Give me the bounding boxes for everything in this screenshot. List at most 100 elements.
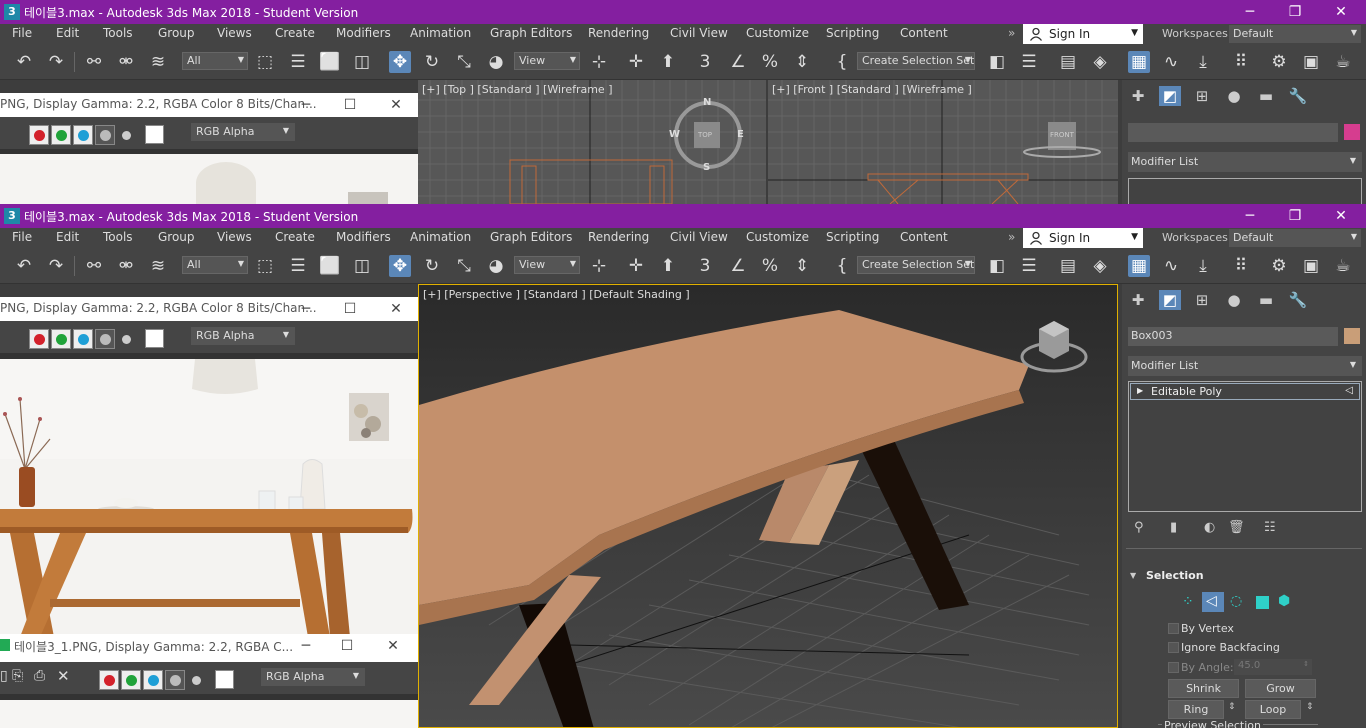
bind-space-warp-icon[interactable]: ≋ [147,51,169,73]
menu-civil-view[interactable]: Civil View [670,26,728,40]
spinner-snap-icon[interactable]: ⇕ [791,51,813,73]
minimize-button[interactable]: ─ [1230,205,1270,227]
blue-channel-toggle[interactable] [143,670,163,690]
green-channel-toggle[interactable] [121,670,141,690]
toggle-ribbon-icon[interactable]: ▦ [1128,51,1150,73]
undo-icon[interactable]: ↶ [13,51,35,73]
menu-content[interactable]: Content [900,26,948,40]
menu-file[interactable]: File [12,26,32,40]
menu-group[interactable]: Group [158,230,195,244]
rendered-frame-window-icon[interactable]: ▣ [1300,51,1322,73]
create-tab-icon[interactable]: ✚ [1127,290,1149,310]
blue-channel-toggle[interactable] [73,125,93,145]
green-channel-toggle[interactable] [51,125,71,145]
select-manipulate-icon[interactable]: ✛ [625,51,647,73]
pin-stack-icon[interactable]: ⚲ [1134,520,1144,535]
alpha-channel-toggle[interactable] [95,329,115,349]
green-channel-toggle[interactable] [51,329,71,349]
layer-explorer-icon[interactable]: ◈ [1089,255,1111,277]
hierarchy-tab-icon[interactable]: ⊞ [1191,290,1213,310]
menu-overflow[interactable]: » [1008,230,1015,244]
print-image-icon[interactable]: ⎙ [34,668,45,684]
by-angle-spinner[interactable]: 45.0 ⇕ [1234,659,1312,675]
keyboard-shortcut-icon[interactable]: ⬆ [657,51,679,73]
loop-button[interactable]: Loop [1245,700,1301,719]
rollout-collapse-icon[interactable]: ▼ [1130,571,1136,580]
utilities-tab-icon[interactable]: 🔧 [1287,290,1309,310]
menu-content[interactable]: Content [900,230,948,244]
by-vertex-checkbox[interactable] [1168,623,1179,634]
menu-views[interactable]: Views [217,26,252,40]
perspective-viewport[interactable]: [+] [Perspective ] [Standard ] [Default … [418,284,1118,728]
swatch[interactable] [215,670,234,689]
object-color-swatch[interactable] [1344,328,1360,344]
mirror-icon[interactable]: ◧ [986,51,1008,73]
red-channel-toggle[interactable] [29,125,49,145]
ignore-backfacing-checkbox[interactable] [1168,642,1179,653]
render-setup-icon[interactable]: ⚙ [1268,255,1290,277]
by-angle-checkbox[interactable] [1168,662,1179,673]
top-viewport-label[interactable]: [+] [Top ] [Standard ] [Wireframe ] [422,83,613,96]
select-and-move-icon[interactable]: ✥ [389,255,411,277]
minimize-button[interactable]: ─ [1230,1,1270,23]
frame-minimize-button[interactable]: ─ [296,95,316,115]
top-viewport[interactable]: [+] [Top ] [Standard ] [Wireframe ] N S … [418,80,766,204]
sign-in-button[interactable]: Sign In ▼ [1023,228,1143,249]
menu-edit[interactable]: Edit [56,26,79,40]
toggle-ribbon-icon[interactable]: ▦ [1128,255,1150,277]
percent-snap-icon[interactable]: % [759,51,781,73]
ring-spinner-icon[interactable]: ⇕ [1228,702,1236,712]
keyboard-shortcut-icon[interactable]: ⬆ [657,255,679,277]
mono-icon[interactable] [192,676,201,685]
remove-modifier-icon[interactable]: 🗑 [1228,520,1245,535]
select-manipulate-icon[interactable]: ✛ [625,255,647,277]
align-icon[interactable]: ☰ [1018,255,1040,277]
menu-customize[interactable]: Customize [746,26,809,40]
menu-scripting[interactable]: Scripting [826,230,879,244]
vertex-icon[interactable]: ⁘ [1182,594,1194,610]
grow-button[interactable]: Grow [1245,679,1316,698]
sign-in-button[interactable]: Sign In ▼ [1023,24,1143,45]
menu-create[interactable]: Create [275,230,315,244]
display-tab-icon[interactable]: ▬ [1255,290,1277,310]
swatch[interactable] [145,329,164,348]
configure-modifier-sets-icon[interactable]: ☷ [1264,520,1276,535]
polygon-icon[interactable] [1256,596,1269,609]
unlink-icon[interactable]: ⚮ [115,51,137,73]
material-editor-icon[interactable]: ⠿ [1230,51,1252,73]
shrink-button[interactable]: Shrink [1168,679,1239,698]
select-object-icon[interactable]: ⬚ [254,255,276,277]
menu-edit[interactable]: Edit [56,230,79,244]
menu-tools[interactable]: Tools [103,26,133,40]
modify-tab-icon[interactable]: ◩ [1159,290,1181,310]
named-selection-sets-dropdown[interactable]: Create Selection Set ▼ [857,52,975,70]
viewcube-front-label[interactable]: FRONT [1050,131,1074,139]
red-channel-toggle[interactable] [29,329,49,349]
select-by-name-icon[interactable]: ☰ [287,255,309,277]
mirror-icon[interactable]: ◧ [986,255,1008,277]
percent-snap-icon[interactable]: % [759,255,781,277]
menu-group[interactable]: Group [158,26,195,40]
save-image-icon[interactable]: ▯ [0,668,8,684]
scene-explorer-icon[interactable]: ▤ [1057,51,1079,73]
copy-image-icon[interactable]: ⎘ [12,668,23,684]
alpha-channel-toggle[interactable] [95,125,115,145]
menu-modifiers[interactable]: Modifiers [336,26,391,40]
menu-graph-editors[interactable]: Graph Editors [490,230,572,244]
pivot-center-icon[interactable]: ⊹ [588,51,610,73]
curve-editor-icon[interactable]: ∿ [1160,51,1182,73]
show-end-result-icon[interactable]: ▮ [1170,520,1177,535]
selection-rollout-title[interactable]: Selection [1146,569,1204,582]
channel-select[interactable]: RGB Alpha ▼ [191,123,295,141]
hierarchy-tab-icon[interactable]: ⊞ [1191,86,1213,106]
frame-maximize-button[interactable]: ☐ [340,95,360,115]
mono-icon[interactable] [122,335,131,344]
edit-named-selection-icon[interactable]: { [831,51,853,73]
modifier-list-dropdown[interactable]: Modifier List ▼ [1128,356,1362,376]
unlink-icon[interactable]: ⚮ [115,255,137,277]
menu-overflow[interactable]: » [1008,26,1015,40]
channel-select[interactable]: RGB Alpha ▼ [261,668,365,686]
window-crossing-icon[interactable]: ◫ [351,51,373,73]
menu-create[interactable]: Create [275,26,315,40]
expand-arrow-icon[interactable]: ▶ [1137,386,1143,395]
